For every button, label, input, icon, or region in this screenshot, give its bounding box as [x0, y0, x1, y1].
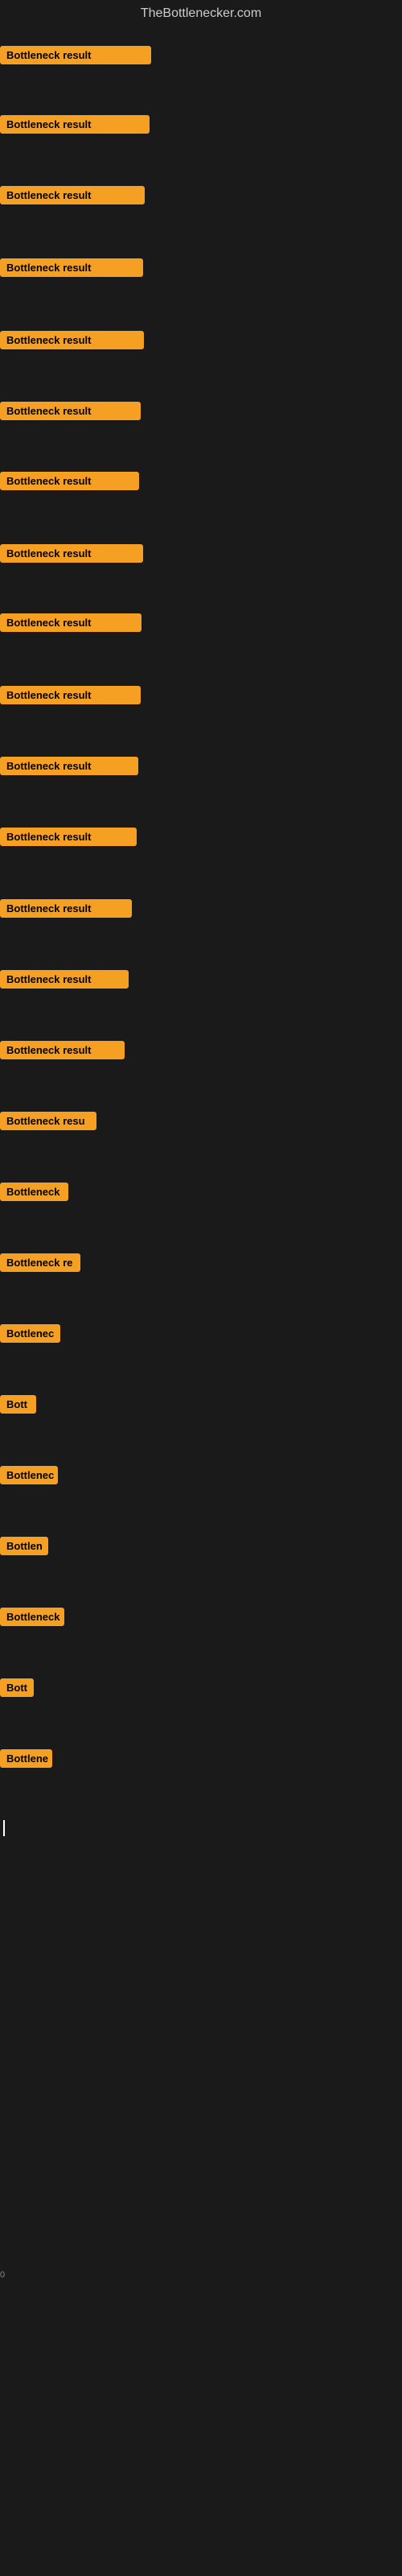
bottleneck-result-item[interactable]: Bottleneck result — [0, 258, 143, 277]
bottleneck-result-item[interactable]: Bottleneck re — [0, 1253, 80, 1272]
bottleneck-result-item[interactable]: Bottleneck result — [0, 402, 141, 420]
bottleneck-result-item[interactable]: Bottleneck result — [0, 46, 151, 64]
bottleneck-result-item[interactable]: Bottleneck result — [0, 757, 138, 775]
bottleneck-result-item[interactable]: Bottleneck result — [0, 115, 150, 134]
bottleneck-result-item[interactable]: Bottleneck result — [0, 331, 144, 349]
bottleneck-result-item[interactable]: Bottleneck result — [0, 899, 132, 918]
bottleneck-result-item[interactable]: Bott — [0, 1678, 34, 1697]
bottleneck-result-item[interactable]: Bottleneck result — [0, 1041, 125, 1059]
bottleneck-result-item[interactable]: Bottleneck resu — [0, 1112, 96, 1130]
bottleneck-result-item[interactable]: Bottleneck result — [0, 686, 141, 704]
bottleneck-result-item[interactable]: Bottleneck — [0, 1608, 64, 1626]
bottleneck-result-item[interactable]: Bottleneck result — [0, 544, 143, 563]
bottleneck-result-item[interactable]: Bottlen — [0, 1537, 48, 1555]
bottleneck-result-item[interactable]: Bottleneck result — [0, 472, 139, 490]
bottleneck-result-item[interactable]: Bottleneck result — [0, 613, 142, 632]
small-label: 0 — [0, 2270, 5, 2280]
site-title: TheBottlenecker.com — [0, 0, 402, 27]
text-cursor — [3, 1820, 5, 1836]
bottleneck-result-item[interactable]: Bottlenec — [0, 1466, 58, 1484]
bottleneck-result-item[interactable]: Bottlene — [0, 1749, 52, 1768]
bottleneck-result-item[interactable]: Bottleneck result — [0, 186, 145, 204]
bottleneck-result-item[interactable]: Bottlenec — [0, 1324, 60, 1343]
bottleneck-result-item[interactable]: Bottleneck — [0, 1183, 68, 1201]
bottleneck-result-item[interactable]: Bottleneck result — [0, 970, 129, 989]
bottleneck-result-item[interactable]: Bottleneck result — [0, 828, 137, 846]
bottleneck-result-item[interactable]: Bott — [0, 1395, 36, 1414]
